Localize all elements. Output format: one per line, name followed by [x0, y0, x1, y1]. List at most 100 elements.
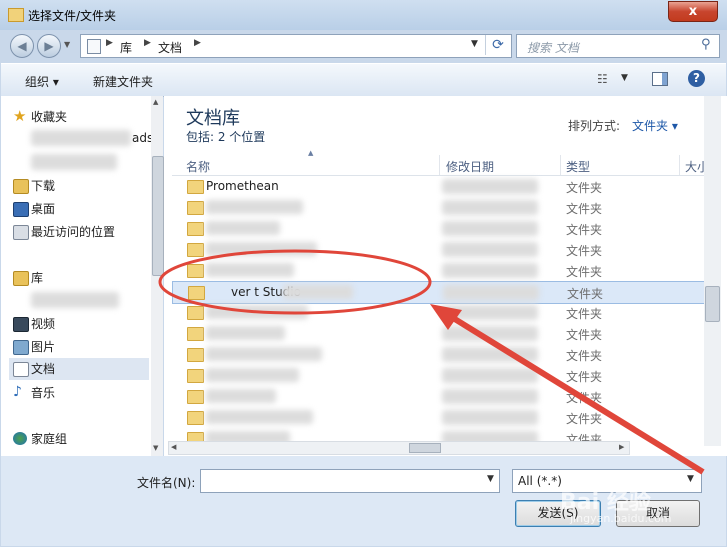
close-button[interactable]: x	[668, 1, 718, 22]
nav-desktop[interactable]: 桌面	[13, 199, 56, 219]
toolbar: 组织 ▾ 新建文件夹 ☷ ▼ ?	[1, 63, 726, 97]
search-icon[interactable]: ⚲	[701, 37, 711, 52]
file-row[interactable]: 文件夹	[172, 344, 714, 365]
nav-music-label: 音乐	[31, 386, 56, 400]
column-date[interactable]: 修改日期	[446, 158, 494, 175]
chevron-right-icon: ▶	[106, 38, 113, 48]
folder-icon	[188, 286, 205, 300]
organize-button[interactable]: 组织 ▾	[25, 73, 59, 90]
column-divider[interactable]	[679, 155, 680, 175]
file-type: 文件夹	[566, 370, 603, 384]
new-folder-button[interactable]: 新建文件夹	[93, 73, 153, 90]
library-locations-text: 包括: 2 个位置	[186, 130, 266, 144]
nav-scroll-thumb[interactable]	[152, 156, 164, 276]
blurred-date	[443, 285, 539, 300]
blurred-date	[442, 179, 538, 194]
nav-favorites-label: 收藏夹	[31, 110, 68, 124]
arrange-dropdown[interactable]: 文件夹 ▾	[632, 117, 678, 134]
download-folder-icon	[13, 179, 29, 194]
file-row[interactable]: 文件夹	[172, 260, 714, 281]
file-type: 文件夹	[566, 307, 603, 321]
scroll-up-icon[interactable]: ▲	[153, 98, 158, 106]
blurred-name	[206, 368, 299, 382]
nav-desktop-label: 桌面	[31, 202, 56, 216]
nav-videos[interactable]: 视频	[13, 314, 55, 334]
file-row[interactable]: 文件夹	[172, 365, 714, 386]
file-row[interactable]: 文件夹	[172, 239, 714, 260]
back-button[interactable]: ◀	[10, 34, 34, 58]
breadcrumb-documents[interactable]: 文档	[158, 39, 182, 56]
main-scroll-thumb[interactable]	[705, 286, 720, 322]
hscroll-thumb[interactable]	[409, 443, 441, 453]
recent-pages-dropdown[interactable]: ▼	[64, 40, 70, 49]
address-dropdown-icon[interactable]: ▼	[471, 39, 478, 49]
nav-scrollbar[interactable]: ▲ ▼	[151, 96, 164, 456]
file-type: 文件夹	[566, 412, 603, 426]
blurred-date	[442, 221, 538, 236]
blurred-date	[442, 347, 538, 362]
filename-label: 文件名(N):	[137, 476, 196, 490]
arrow-left-icon: ◀	[17, 39, 27, 53]
blurred-name	[206, 305, 308, 319]
nav-music[interactable]: ♪ 音乐	[13, 383, 56, 403]
nav-favorites[interactable]: ★ 收藏夹	[13, 107, 68, 127]
music-icon: ♪	[13, 384, 22, 400]
column-divider[interactable]	[439, 155, 440, 175]
folder-icon	[187, 369, 204, 383]
file-type: 文件夹	[566, 181, 603, 195]
file-row[interactable]: 文件夹	[172, 197, 714, 218]
file-row[interactable]: 文件夹	[172, 323, 714, 344]
forward-button[interactable]: ▶	[37, 34, 61, 58]
file-row[interactable]: 文件夹	[172, 302, 714, 323]
file-type: 文件夹	[567, 287, 604, 301]
nav-documents[interactable]: 文档	[13, 359, 56, 379]
file-type: 文件夹	[566, 328, 603, 342]
nav-pictures[interactable]: 图片	[13, 337, 55, 357]
folder-icon	[187, 348, 204, 362]
nav-documents-label: 文档	[31, 362, 56, 376]
file-row[interactable]: 文件夹	[172, 218, 714, 239]
file-row[interactable]: 文件夹	[172, 407, 714, 428]
help-icon[interactable]: ?	[688, 70, 705, 87]
folder-icon	[187, 306, 204, 320]
address-bar[interactable]: ▶ 库 ▶ 文档 ▶ ▼	[80, 34, 512, 58]
pictures-icon	[13, 340, 29, 355]
preview-pane-icon[interactable]	[652, 72, 668, 86]
blurred-date	[442, 242, 538, 257]
filename-dropdown-icon[interactable]: ▼	[487, 474, 494, 484]
scroll-right-icon[interactable]: ▶	[619, 443, 624, 451]
main-scrollbar[interactable]	[704, 96, 721, 446]
document-icon	[13, 362, 29, 377]
refresh-button[interactable]: ⟳	[485, 35, 510, 55]
file-type: 文件夹	[566, 391, 603, 405]
folder-icon	[187, 201, 204, 215]
nav-recent[interactable]: 最近访问的位置	[13, 222, 115, 242]
horizontal-scrollbar[interactable]: ◀ ▶	[168, 441, 630, 455]
library-locations[interactable]: 包括: 2 个位置	[186, 128, 265, 145]
scroll-left-icon[interactable]: ◀	[171, 443, 176, 451]
view-dropdown-icon[interactable]: ▼	[621, 73, 628, 83]
desktop-icon	[13, 202, 29, 217]
nav-homegroup[interactable]: 家庭组	[13, 429, 67, 449]
blurred-date	[442, 305, 538, 320]
blurred-name	[206, 263, 294, 277]
view-list-icon[interactable]: ☷	[597, 72, 608, 86]
nav-libraries[interactable]: 库	[13, 268, 43, 288]
blurred-item	[31, 130, 131, 146]
column-type[interactable]: 类型	[566, 158, 590, 175]
search-input[interactable]: 搜索 文档 ⚲	[516, 34, 720, 58]
file-row[interactable]: 文件夹	[172, 386, 714, 407]
file-type: 文件夹	[566, 202, 603, 216]
filter-value: All (*.*)	[518, 474, 562, 488]
folder-icon	[8, 8, 24, 22]
breadcrumb-library[interactable]: 库	[120, 39, 132, 56]
column-name[interactable]: 名称	[186, 158, 210, 175]
file-type: 文件夹	[566, 244, 603, 258]
scroll-down-icon[interactable]: ▼	[153, 444, 158, 452]
folder-icon	[187, 243, 204, 257]
file-row[interactable]: ver t Studio 文件夹	[172, 281, 716, 304]
column-divider[interactable]	[560, 155, 561, 175]
nav-downloads[interactable]: 下载	[13, 176, 55, 196]
filename-field[interactable]: ▼	[200, 469, 500, 493]
file-row[interactable]: Promethean 文件夹	[172, 176, 714, 197]
